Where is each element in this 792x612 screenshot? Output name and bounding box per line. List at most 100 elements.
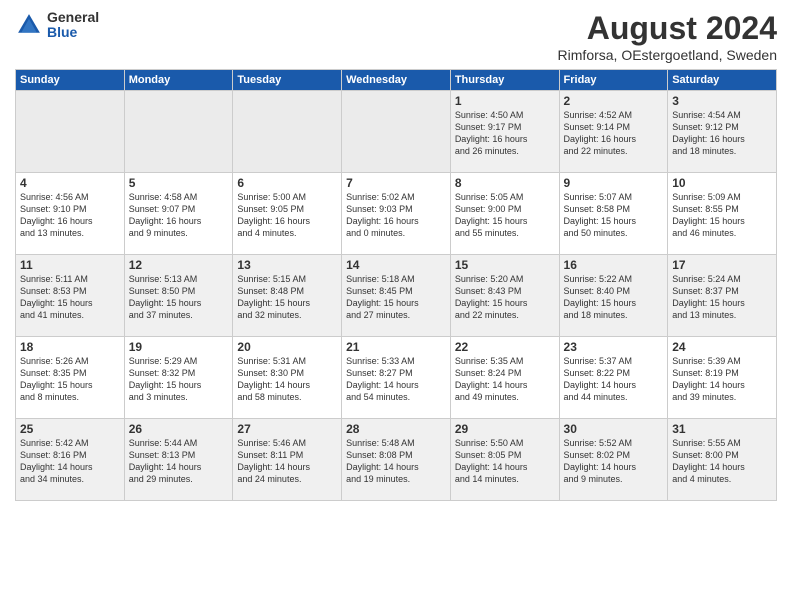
calendar-cell: 21Sunrise: 5:33 AM Sunset: 8:27 PM Dayli… xyxy=(342,337,451,419)
day-number: 9 xyxy=(564,176,664,190)
calendar-body: 1Sunrise: 4:50 AM Sunset: 9:17 PM Daylig… xyxy=(16,91,777,501)
day-number: 8 xyxy=(455,176,555,190)
calendar-cell: 24Sunrise: 5:39 AM Sunset: 8:19 PM Dayli… xyxy=(668,337,777,419)
day-number: 21 xyxy=(346,340,446,354)
day-number: 4 xyxy=(20,176,120,190)
calendar-cell: 1Sunrise: 4:50 AM Sunset: 9:17 PM Daylig… xyxy=(450,91,559,173)
day-info: Sunrise: 5:13 AM Sunset: 8:50 PM Dayligh… xyxy=(129,273,229,322)
day-info: Sunrise: 5:37 AM Sunset: 8:22 PM Dayligh… xyxy=(564,355,664,404)
day-number: 27 xyxy=(237,422,337,436)
calendar-cell: 4Sunrise: 4:56 AM Sunset: 9:10 PM Daylig… xyxy=(16,173,125,255)
calendar-cell: 8Sunrise: 5:05 AM Sunset: 9:00 PM Daylig… xyxy=(450,173,559,255)
day-info: Sunrise: 4:50 AM Sunset: 9:17 PM Dayligh… xyxy=(455,109,555,158)
day-number: 25 xyxy=(20,422,120,436)
day-number: 10 xyxy=(672,176,772,190)
calendar-table: Sunday Monday Tuesday Wednesday Thursday… xyxy=(15,69,777,501)
day-info: Sunrise: 4:56 AM Sunset: 9:10 PM Dayligh… xyxy=(20,191,120,240)
calendar-cell: 17Sunrise: 5:24 AM Sunset: 8:37 PM Dayli… xyxy=(668,255,777,337)
logo-icon xyxy=(15,11,43,39)
calendar-cell: 2Sunrise: 4:52 AM Sunset: 9:14 PM Daylig… xyxy=(559,91,668,173)
day-number: 11 xyxy=(20,258,120,272)
day-info: Sunrise: 5:46 AM Sunset: 8:11 PM Dayligh… xyxy=(237,437,337,486)
day-info: Sunrise: 5:05 AM Sunset: 9:00 PM Dayligh… xyxy=(455,191,555,240)
day-number: 6 xyxy=(237,176,337,190)
calendar-cell: 27Sunrise: 5:46 AM Sunset: 8:11 PM Dayli… xyxy=(233,419,342,501)
day-info: Sunrise: 5:44 AM Sunset: 8:13 PM Dayligh… xyxy=(129,437,229,486)
day-number: 15 xyxy=(455,258,555,272)
day-number: 5 xyxy=(129,176,229,190)
location-subtitle: Rimforsa, OEstergoetland, Sweden xyxy=(558,47,777,63)
day-info: Sunrise: 5:42 AM Sunset: 8:16 PM Dayligh… xyxy=(20,437,120,486)
day-info: Sunrise: 5:20 AM Sunset: 8:43 PM Dayligh… xyxy=(455,273,555,322)
logo: General Blue xyxy=(15,10,99,41)
calendar-cell: 14Sunrise: 5:18 AM Sunset: 8:45 PM Dayli… xyxy=(342,255,451,337)
calendar-cell xyxy=(124,91,233,173)
calendar-cell: 25Sunrise: 5:42 AM Sunset: 8:16 PM Dayli… xyxy=(16,419,125,501)
day-info: Sunrise: 4:54 AM Sunset: 9:12 PM Dayligh… xyxy=(672,109,772,158)
day-info: Sunrise: 5:39 AM Sunset: 8:19 PM Dayligh… xyxy=(672,355,772,404)
calendar-cell: 5Sunrise: 4:58 AM Sunset: 9:07 PM Daylig… xyxy=(124,173,233,255)
day-info: Sunrise: 5:55 AM Sunset: 8:00 PM Dayligh… xyxy=(672,437,772,486)
day-number: 7 xyxy=(346,176,446,190)
calendar-week-row: 25Sunrise: 5:42 AM Sunset: 8:16 PM Dayli… xyxy=(16,419,777,501)
calendar-cell: 19Sunrise: 5:29 AM Sunset: 8:32 PM Dayli… xyxy=(124,337,233,419)
calendar-cell: 26Sunrise: 5:44 AM Sunset: 8:13 PM Dayli… xyxy=(124,419,233,501)
day-number: 23 xyxy=(564,340,664,354)
calendar-week-row: 4Sunrise: 4:56 AM Sunset: 9:10 PM Daylig… xyxy=(16,173,777,255)
logo-text: General Blue xyxy=(47,10,99,41)
day-info: Sunrise: 5:33 AM Sunset: 8:27 PM Dayligh… xyxy=(346,355,446,404)
day-info: Sunrise: 5:50 AM Sunset: 8:05 PM Dayligh… xyxy=(455,437,555,486)
col-monday: Monday xyxy=(124,70,233,91)
calendar-cell: 13Sunrise: 5:15 AM Sunset: 8:48 PM Dayli… xyxy=(233,255,342,337)
calendar-cell: 15Sunrise: 5:20 AM Sunset: 8:43 PM Dayli… xyxy=(450,255,559,337)
calendar-week-row: 11Sunrise: 5:11 AM Sunset: 8:53 PM Dayli… xyxy=(16,255,777,337)
day-number: 18 xyxy=(20,340,120,354)
calendar-cell: 12Sunrise: 5:13 AM Sunset: 8:50 PM Dayli… xyxy=(124,255,233,337)
calendar-cell: 9Sunrise: 5:07 AM Sunset: 8:58 PM Daylig… xyxy=(559,173,668,255)
calendar-cell xyxy=(233,91,342,173)
day-number: 12 xyxy=(129,258,229,272)
calendar-cell xyxy=(342,91,451,173)
calendar-cell: 30Sunrise: 5:52 AM Sunset: 8:02 PM Dayli… xyxy=(559,419,668,501)
day-number: 28 xyxy=(346,422,446,436)
day-info: Sunrise: 5:35 AM Sunset: 8:24 PM Dayligh… xyxy=(455,355,555,404)
header: General Blue August 2024 Rimforsa, OEste… xyxy=(15,10,777,63)
title-block: August 2024 Rimforsa, OEstergoetland, Sw… xyxy=(558,10,777,63)
col-tuesday: Tuesday xyxy=(233,70,342,91)
day-info: Sunrise: 5:09 AM Sunset: 8:55 PM Dayligh… xyxy=(672,191,772,240)
day-number: 14 xyxy=(346,258,446,272)
col-saturday: Saturday xyxy=(668,70,777,91)
calendar-cell: 10Sunrise: 5:09 AM Sunset: 8:55 PM Dayli… xyxy=(668,173,777,255)
calendar-cell: 16Sunrise: 5:22 AM Sunset: 8:40 PM Dayli… xyxy=(559,255,668,337)
day-number: 2 xyxy=(564,94,664,108)
calendar-cell: 28Sunrise: 5:48 AM Sunset: 8:08 PM Dayli… xyxy=(342,419,451,501)
calendar-cell: 23Sunrise: 5:37 AM Sunset: 8:22 PM Dayli… xyxy=(559,337,668,419)
logo-general: General xyxy=(47,10,99,25)
day-number: 26 xyxy=(129,422,229,436)
day-info: Sunrise: 5:24 AM Sunset: 8:37 PM Dayligh… xyxy=(672,273,772,322)
day-info: Sunrise: 5:22 AM Sunset: 8:40 PM Dayligh… xyxy=(564,273,664,322)
month-title: August 2024 xyxy=(558,10,777,47)
day-number: 31 xyxy=(672,422,772,436)
day-number: 13 xyxy=(237,258,337,272)
col-thursday: Thursday xyxy=(450,70,559,91)
calendar-cell: 6Sunrise: 5:00 AM Sunset: 9:05 PM Daylig… xyxy=(233,173,342,255)
calendar-cell: 3Sunrise: 4:54 AM Sunset: 9:12 PM Daylig… xyxy=(668,91,777,173)
col-wednesday: Wednesday xyxy=(342,70,451,91)
day-info: Sunrise: 4:52 AM Sunset: 9:14 PM Dayligh… xyxy=(564,109,664,158)
calendar-cell: 11Sunrise: 5:11 AM Sunset: 8:53 PM Dayli… xyxy=(16,255,125,337)
day-number: 16 xyxy=(564,258,664,272)
day-number: 17 xyxy=(672,258,772,272)
day-number: 19 xyxy=(129,340,229,354)
calendar-cell: 20Sunrise: 5:31 AM Sunset: 8:30 PM Dayli… xyxy=(233,337,342,419)
page: General Blue August 2024 Rimforsa, OEste… xyxy=(0,0,792,612)
day-number: 24 xyxy=(672,340,772,354)
day-info: Sunrise: 5:26 AM Sunset: 8:35 PM Dayligh… xyxy=(20,355,120,404)
day-info: Sunrise: 5:02 AM Sunset: 9:03 PM Dayligh… xyxy=(346,191,446,240)
day-info: Sunrise: 5:52 AM Sunset: 8:02 PM Dayligh… xyxy=(564,437,664,486)
col-friday: Friday xyxy=(559,70,668,91)
day-info: Sunrise: 5:18 AM Sunset: 8:45 PM Dayligh… xyxy=(346,273,446,322)
day-info: Sunrise: 5:31 AM Sunset: 8:30 PM Dayligh… xyxy=(237,355,337,404)
day-info: Sunrise: 5:48 AM Sunset: 8:08 PM Dayligh… xyxy=(346,437,446,486)
day-number: 30 xyxy=(564,422,664,436)
